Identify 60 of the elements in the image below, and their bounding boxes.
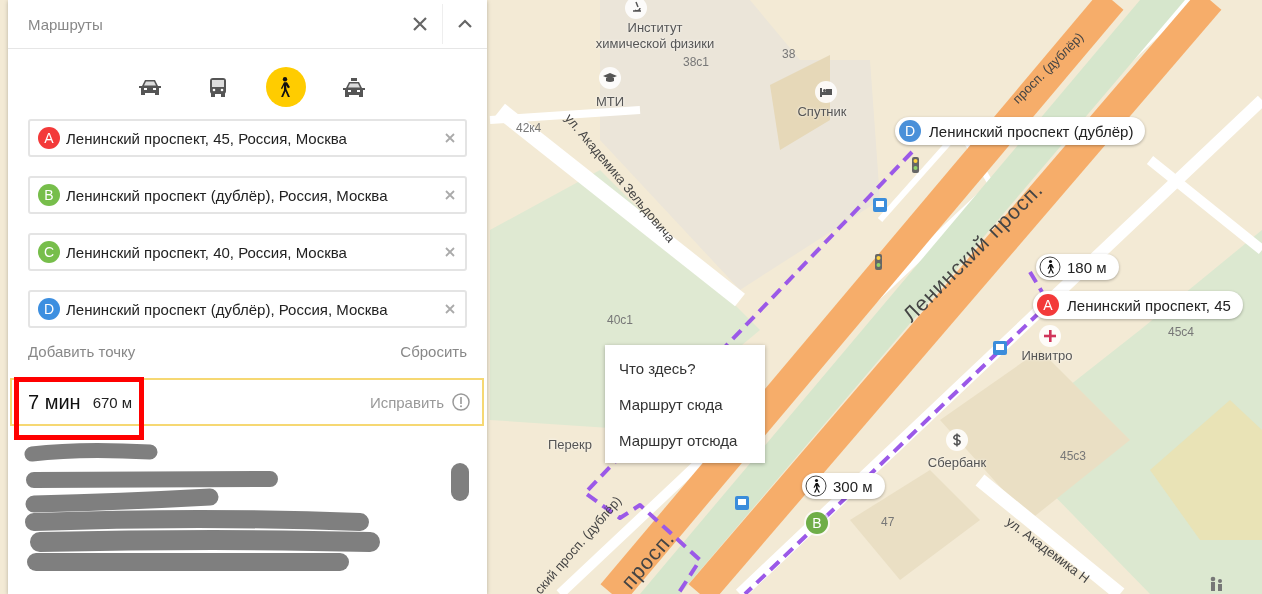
exclamation-icon bbox=[452, 393, 470, 411]
building-number: 45с4 bbox=[1168, 325, 1195, 339]
clear-icon bbox=[445, 304, 455, 314]
travel-mode-button[interactable] bbox=[265, 67, 306, 107]
point-badge: C bbox=[38, 241, 60, 263]
clear-icon bbox=[445, 247, 455, 257]
building-number: 38с1 bbox=[683, 55, 710, 69]
building-number: 42к4 bbox=[516, 121, 542, 135]
menu-item[interactable]: Что здесь? bbox=[605, 350, 765, 386]
place-label: Спутник bbox=[796, 104, 848, 120]
address-input[interactable]: Ленинский проспект (дублёр), Россия, Москва bbox=[66, 300, 439, 318]
chevron-up-icon bbox=[457, 18, 473, 30]
place-label: Инвитро bbox=[1020, 348, 1074, 364]
bus-stop-icon bbox=[873, 198, 887, 212]
waypoint-field[interactable]: D Ленинский проспект (дублёр), Россия, Москва bbox=[28, 290, 467, 328]
address-input[interactable]: Ленинский проспект, 40, Россия, Москва bbox=[66, 243, 439, 261]
traffic-light-icon bbox=[875, 254, 882, 270]
car-icon bbox=[138, 79, 161, 95]
people-icon bbox=[1208, 576, 1224, 592]
bus-icon bbox=[209, 77, 226, 97]
bus-stop-icon bbox=[993, 341, 1007, 355]
close-icon bbox=[412, 16, 428, 32]
route-distance: 670 м bbox=[92, 393, 134, 411]
route-summary[interactable]: 7 мин 670 м Исправить bbox=[10, 378, 484, 426]
route-point-marker: D bbox=[899, 120, 921, 142]
walker-icon bbox=[281, 76, 290, 98]
distance-text: 300 м bbox=[833, 477, 873, 495]
panel-title: Маршруты bbox=[27, 15, 104, 33]
place-label: Институт химической физики bbox=[595, 20, 715, 52]
building-number: 40с1 bbox=[607, 313, 634, 327]
waypoint-field[interactable]: C Ленинский проспект, 40, Россия, Москва bbox=[28, 233, 467, 271]
building-number: 47 bbox=[881, 515, 895, 529]
menu-item[interactable]: Маршрут сюда bbox=[605, 386, 765, 422]
route-point-marker: A bbox=[1037, 294, 1059, 316]
cross-icon bbox=[1042, 328, 1058, 344]
distance-text: 180 м bbox=[1067, 258, 1107, 276]
point-badge: D bbox=[38, 298, 60, 320]
callout-text: Ленинский проспект, 45 bbox=[1067, 296, 1231, 314]
reset-link[interactable]: Сбросить bbox=[400, 343, 467, 360]
point-badge: B bbox=[38, 184, 60, 206]
address-input[interactable]: Ленинский проспект (дублёр), Россия, Москва bbox=[66, 186, 439, 204]
place-label: Перекр bbox=[547, 437, 593, 453]
add-point-link[interactable]: Добавить точку bbox=[28, 343, 136, 360]
taxi-icon bbox=[342, 77, 365, 97]
route-time: 7 мин bbox=[28, 390, 81, 414]
clear-icon bbox=[445, 133, 455, 143]
address-input[interactable]: Ленинский проспект, 45, Россия, Москва bbox=[66, 129, 439, 147]
building-number: 38 bbox=[782, 47, 796, 61]
waypoint-field[interactable]: B Ленинский проспект (дублёр), Россия, Москва bbox=[28, 176, 467, 214]
bus-stop-icon bbox=[735, 496, 749, 510]
traffic-light-icon bbox=[912, 157, 919, 173]
clear-icon bbox=[445, 190, 455, 200]
callout-text: Ленинский проспект (дублёр) bbox=[929, 122, 1134, 140]
menu-item[interactable]: Маршрут отсюда bbox=[605, 422, 765, 458]
place-label: МТИ bbox=[594, 94, 626, 110]
place-label: Сбербанк bbox=[926, 455, 988, 471]
route-point-marker: B bbox=[806, 512, 828, 534]
waypoint-field[interactable]: A Ленинский проспект, 45, Россия, Москва bbox=[28, 119, 467, 157]
point-badge: A bbox=[38, 127, 60, 149]
building-number: 45с3 bbox=[1060, 449, 1087, 463]
